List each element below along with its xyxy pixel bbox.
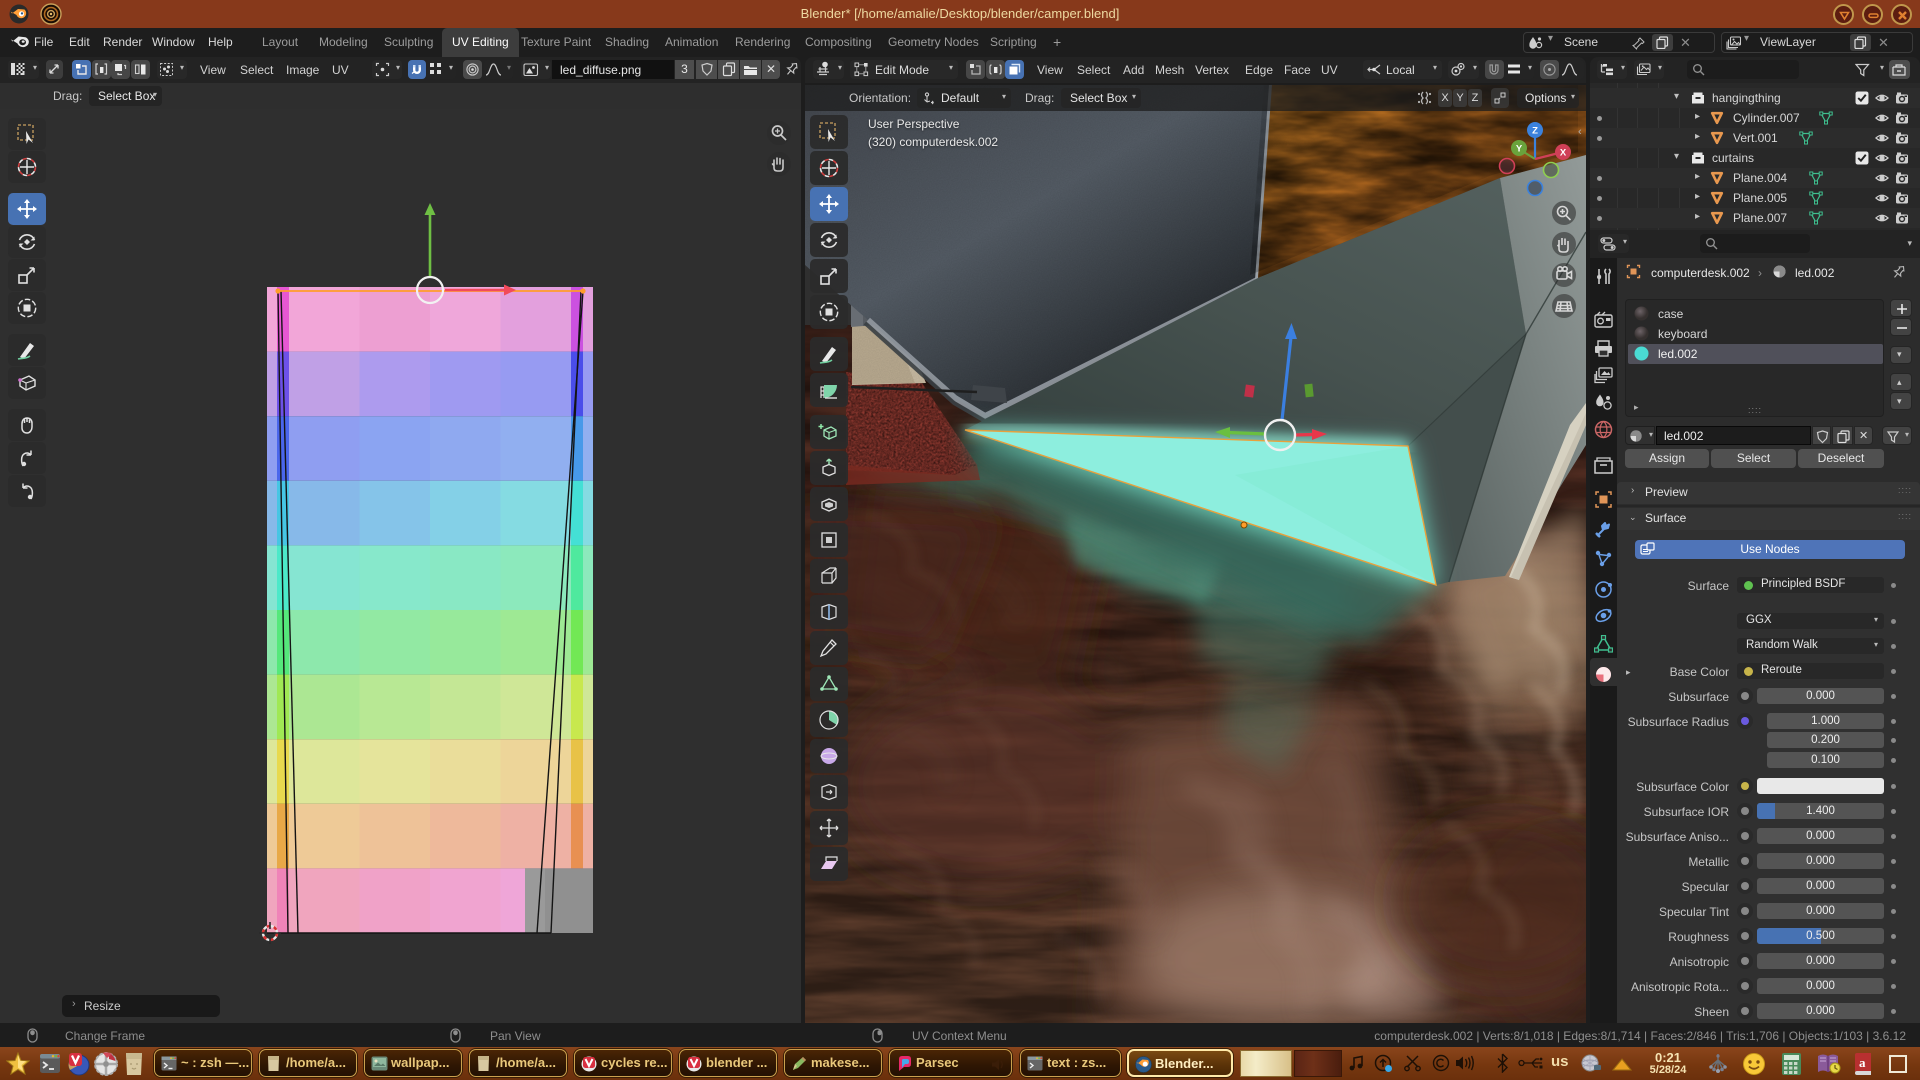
svg-text:X: X: [1560, 148, 1567, 159]
svg-text:Y: Y: [1516, 144, 1523, 155]
svg-text:Z: Z: [1532, 126, 1538, 137]
svg-text:a: a: [1859, 1055, 1866, 1070]
